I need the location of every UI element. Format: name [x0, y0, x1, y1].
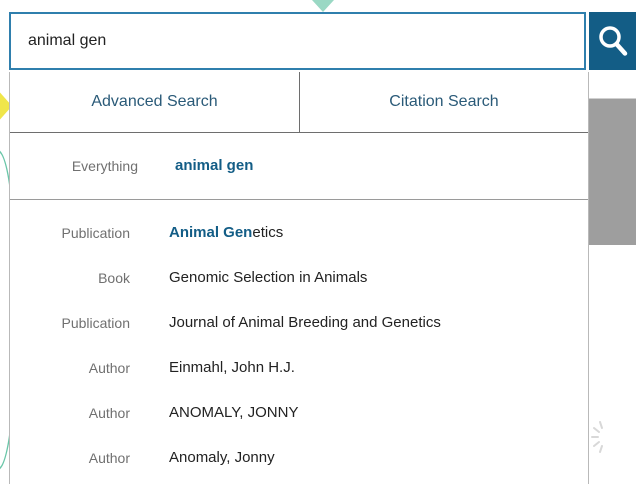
suggestion-item[interactable]: Author Anomaly, Jonny	[10, 438, 588, 478]
search-input[interactable]	[11, 14, 584, 68]
suggestion-item[interactable]: Author Einmahl, John H.J.	[10, 348, 588, 388]
suggestion-category: Author	[88, 360, 130, 376]
search-field[interactable]	[9, 12, 586, 70]
suggestion-text: Animal Genetics	[169, 213, 283, 253]
background-header-strip	[589, 72, 636, 99]
suggestion-text: Journal of Animal Breeding and Genetics	[169, 314, 441, 331]
suggestion-match: Animal Gen	[169, 224, 253, 241]
tutorial-notch-icon	[312, 0, 334, 12]
suggestion-item[interactable]: Publication Animal Genetics	[10, 213, 588, 253]
suggestion-category: Author	[88, 450, 130, 466]
loading-spinner-icon	[591, 421, 603, 453]
suggestion-item[interactable]: Author ANOMALY, JONNY	[10, 393, 588, 433]
suggestion-category: Publication	[61, 225, 131, 241]
suggestion-text: Einmahl, John H.J.	[169, 359, 295, 376]
suggestion-item[interactable]: Book Genomic Selection in Animals	[10, 258, 588, 298]
suggestion-text: ANOMALY, JONNY	[169, 404, 299, 421]
advanced-search-link[interactable]: Advanced Search	[10, 72, 300, 132]
everything-suggestion[interactable]: Everything animal gen	[10, 133, 588, 200]
search-icon	[598, 26, 627, 56]
suggestion-text: Anomaly, Jonny	[169, 449, 275, 466]
suggestion-category: Book	[98, 270, 130, 286]
search-button[interactable]	[589, 12, 636, 70]
suggestion-text: Genomic Selection in Animals	[169, 269, 368, 286]
search-suggestions-dropdown: Advanced Search Citation Search Everythi…	[9, 72, 589, 484]
suggestion-category: Author	[88, 405, 130, 421]
suggestion-rest: etics	[252, 224, 284, 241]
suggestion-category: Everything	[71, 158, 138, 174]
suggestion-item[interactable]: Publication Journal of Animal Breeding a…	[10, 303, 588, 343]
citation-search-link[interactable]: Citation Search	[300, 72, 588, 132]
background-card	[589, 245, 636, 365]
suggestion-category: Publication	[61, 315, 131, 331]
suggestion-text: animal gen	[175, 157, 254, 174]
search-mode-tabs: Advanced Search Citation Search	[10, 72, 588, 133]
